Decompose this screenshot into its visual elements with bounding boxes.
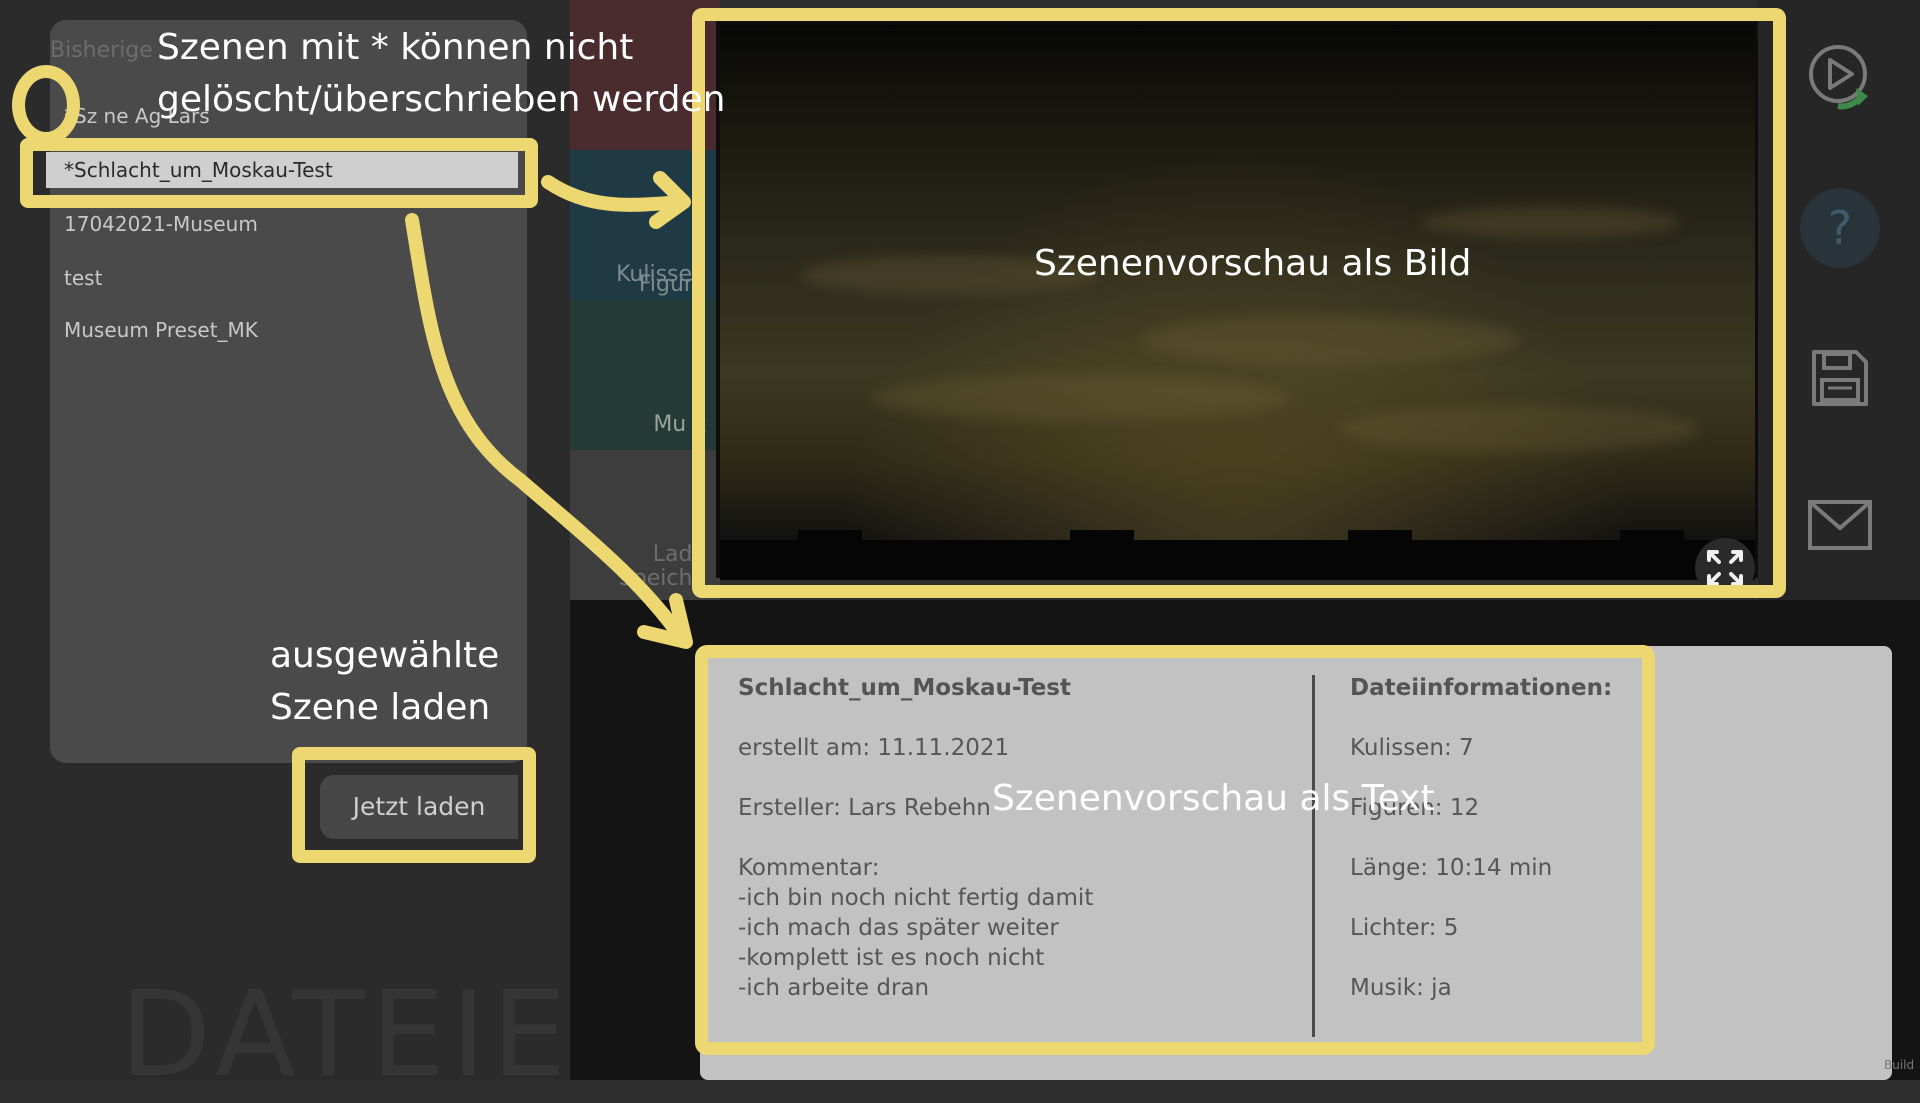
- note-line: ausgewählte: [270, 635, 500, 676]
- annotation-note-preview-text: Szenenvorschau als Text: [992, 778, 1435, 819]
- note-line: Szene laden: [270, 687, 491, 729]
- annotation-note-load: ausgewählte Szene laden: [270, 630, 499, 734]
- build-label: Build: [1884, 1058, 1915, 1072]
- arrow-to-preview-text: [405, 213, 687, 643]
- note-line: Szenen mit * können nicht: [157, 27, 634, 68]
- note-line: gelöscht/überschrieben werden: [157, 79, 726, 121]
- annotation-note-preview-image: Szenenvorschau als Bild: [1034, 243, 1472, 284]
- annotation-note-asterisk: Szenen mit * können nicht gelöscht/übers…: [157, 22, 725, 126]
- annotation-arrows: [405, 171, 693, 649]
